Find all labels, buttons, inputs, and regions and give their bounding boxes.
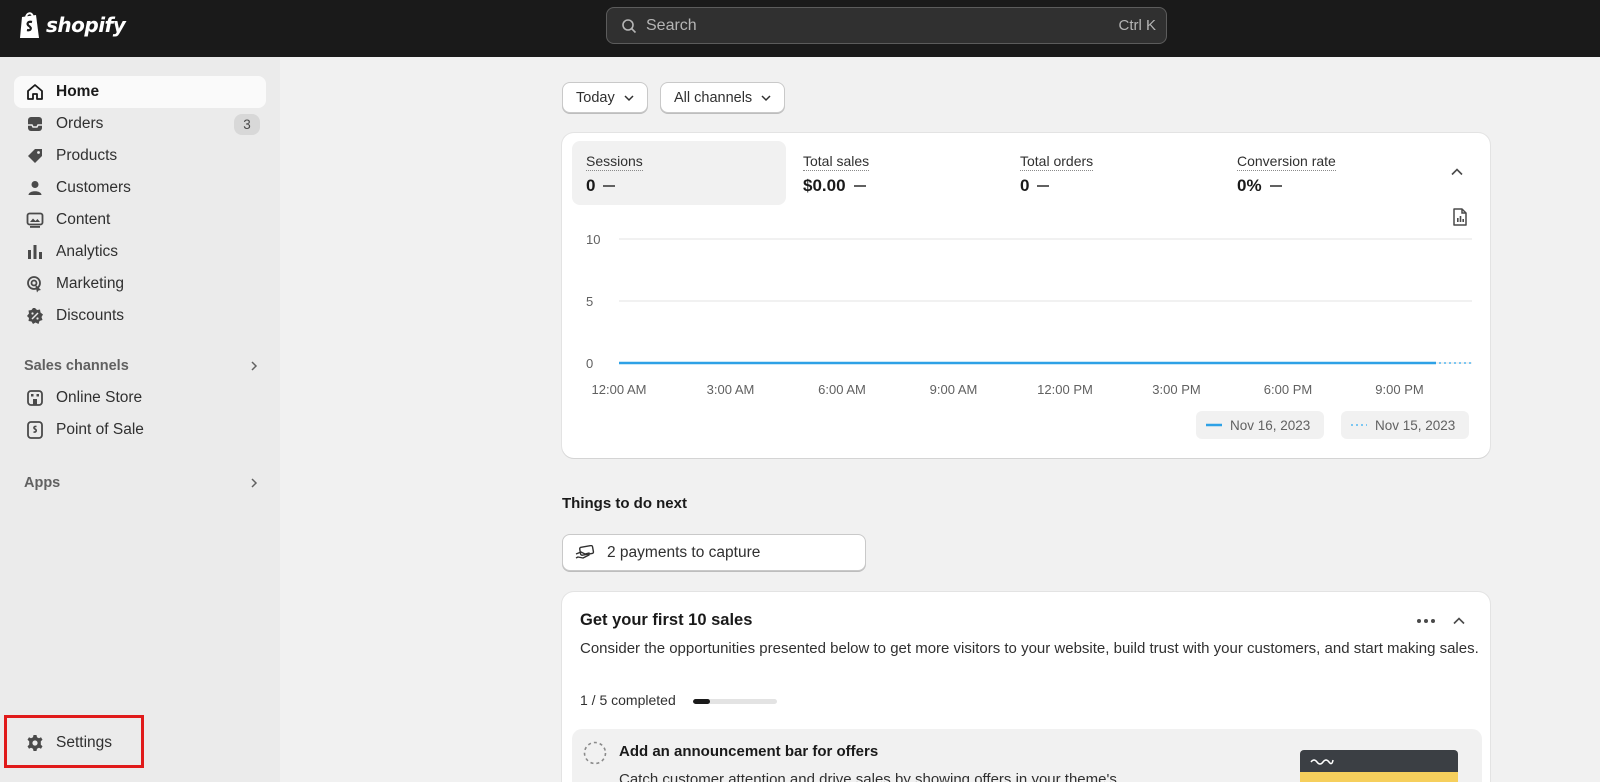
date-range-label: Today bbox=[576, 89, 615, 106]
sidebar-item-analytics[interactable]: Analytics bbox=[14, 236, 266, 268]
x-tick-label: 9:00 AM bbox=[930, 382, 978, 397]
sidebar-item-label: Customers bbox=[56, 179, 131, 196]
chevron-down-icon bbox=[624, 94, 634, 101]
progress-bar-fill bbox=[693, 699, 710, 704]
discount-icon bbox=[27, 308, 43, 324]
sidebar: Home Orders 3 Products Customers Content… bbox=[0, 57, 280, 782]
x-tick-label: 9:00 PM bbox=[1375, 382, 1423, 397]
bar-chart-icon bbox=[28, 245, 42, 259]
sidebar-item-label: Point of Sale bbox=[56, 421, 144, 438]
progress-bar bbox=[693, 699, 777, 704]
apps-header[interactable]: Apps bbox=[24, 475, 260, 491]
sessions-line-chart: 10 5 0 12:00 AM 3:00 AM 6:00 AM 9:00 AM 12:00 P… bbox=[586, 232, 1472, 397]
first-sales-title: Get your first 10 sales bbox=[580, 611, 753, 629]
sidebar-item-label: Content bbox=[56, 211, 111, 228]
sales-channels-header[interactable]: Sales channels bbox=[24, 358, 260, 374]
x-tick-label: 12:00 PM bbox=[1037, 382, 1093, 397]
x-tick-label: 12:00 AM bbox=[592, 382, 647, 397]
settings-highlight-box bbox=[4, 715, 144, 768]
chevron-up-icon[interactable] bbox=[1452, 614, 1466, 628]
shopify-bag-icon bbox=[20, 12, 39, 38]
sidebar-item-products[interactable]: Products bbox=[14, 140, 266, 172]
chevron-right-icon bbox=[251, 361, 258, 371]
task-description: Catch customer attention and drive sales… bbox=[619, 771, 1117, 782]
x-tick-label: 6:00 PM bbox=[1264, 382, 1312, 397]
preview-bar bbox=[1300, 772, 1458, 782]
top-bar: shopify Search Ctrl K bbox=[0, 0, 1600, 57]
store-icon bbox=[27, 390, 43, 406]
dotted-line-swatch bbox=[1351, 424, 1367, 426]
legend-previous[interactable]: Nov 15, 2023 bbox=[1341, 411, 1470, 439]
wave-icon bbox=[1310, 759, 1334, 765]
sidebar-item-point-of-sale[interactable]: Point of Sale bbox=[14, 414, 266, 446]
x-tick-label: 6:00 AM bbox=[818, 382, 866, 397]
apps-label: Apps bbox=[24, 475, 61, 491]
person-icon bbox=[28, 181, 42, 195]
search-placeholder: Search bbox=[646, 16, 697, 34]
payments-label: 2 payments to capture bbox=[607, 543, 761, 561]
channel-dropdown[interactable]: All channels bbox=[660, 82, 786, 113]
y-tick-label: 0 bbox=[586, 356, 593, 371]
shopify-logo[interactable]: shopify bbox=[18, 10, 126, 40]
sidebar-item-label: Products bbox=[56, 147, 118, 164]
legend-label: Nov 16, 2023 bbox=[1230, 417, 1311, 433]
legend-label: Nov 15, 2023 bbox=[1375, 417, 1456, 433]
x-tick-label: 3:00 AM bbox=[707, 382, 755, 397]
orders-count-badge: 3 bbox=[234, 114, 260, 135]
tag-icon bbox=[28, 149, 42, 163]
incomplete-circle-icon[interactable] bbox=[583, 741, 607, 765]
home-icon bbox=[27, 84, 43, 100]
logo-text: shopify bbox=[46, 13, 126, 37]
sidebar-item-online-store[interactable]: Online Store bbox=[14, 382, 266, 414]
progress-text: 1 / 5 completed bbox=[580, 692, 676, 708]
task-announcement-bar[interactable]: Add an announcement bar for offers Catch… bbox=[572, 729, 1482, 782]
y-tick-label: 10 bbox=[586, 232, 600, 247]
search-input[interactable]: Search Ctrl K bbox=[606, 7, 1167, 44]
search-icon bbox=[622, 18, 637, 33]
announcement-preview-illustration bbox=[1300, 750, 1458, 782]
sidebar-item-orders[interactable]: Orders 3 bbox=[14, 108, 266, 140]
sidebar-item-label: Analytics bbox=[56, 243, 119, 260]
x-tick-label: 3:00 PM bbox=[1152, 382, 1200, 397]
payment-card-icon bbox=[575, 544, 595, 559]
sidebar-item-label: Marketing bbox=[56, 275, 125, 292]
things-to-do-title: Things to do next bbox=[562, 495, 687, 512]
target-icon bbox=[27, 276, 41, 293]
sidebar-item-home[interactable]: Home bbox=[14, 76, 266, 108]
chevron-right-icon bbox=[251, 478, 258, 488]
orders-icon bbox=[28, 117, 42, 131]
sidebar-item-discounts[interactable]: Discounts bbox=[14, 300, 266, 332]
legend-current[interactable]: Nov 16, 2023 bbox=[1196, 411, 1325, 439]
solid-line-swatch bbox=[1206, 423, 1222, 427]
preview-header bbox=[1300, 750, 1458, 772]
chevron-down-icon bbox=[761, 94, 771, 101]
pos-icon bbox=[27, 421, 43, 439]
sidebar-item-label: Online Store bbox=[56, 389, 143, 406]
task-title: Add an announcement bar for offers bbox=[619, 743, 879, 760]
payments-to-capture-button[interactable]: 2 payments to capture bbox=[562, 534, 866, 571]
sales-channels-label: Sales channels bbox=[24, 358, 129, 374]
first-sales-card: Get your first 10 sales Consider the opp… bbox=[562, 592, 1490, 782]
sidebar-item-label: Home bbox=[56, 83, 100, 100]
search-shortcut: Ctrl K bbox=[1118, 17, 1157, 34]
image-icon bbox=[26, 212, 44, 228]
sidebar-item-customers[interactable]: Customers bbox=[14, 172, 266, 204]
more-options-icon[interactable] bbox=[1416, 618, 1436, 624]
date-range-dropdown[interactable]: Today bbox=[562, 82, 648, 113]
metrics-card: Sessions 0 Total sales $0.00 Total order… bbox=[562, 133, 1490, 458]
first-sales-description: Consider the opportunities presented bel… bbox=[580, 640, 1479, 657]
sidebar-item-label: Orders bbox=[56, 115, 104, 132]
sidebar-item-content[interactable]: Content bbox=[14, 204, 266, 236]
y-tick-label: 5 bbox=[586, 294, 593, 309]
sidebar-item-label: Discounts bbox=[56, 307, 125, 324]
channel-label: All channels bbox=[674, 89, 753, 106]
sidebar-item-marketing[interactable]: Marketing bbox=[14, 268, 266, 300]
